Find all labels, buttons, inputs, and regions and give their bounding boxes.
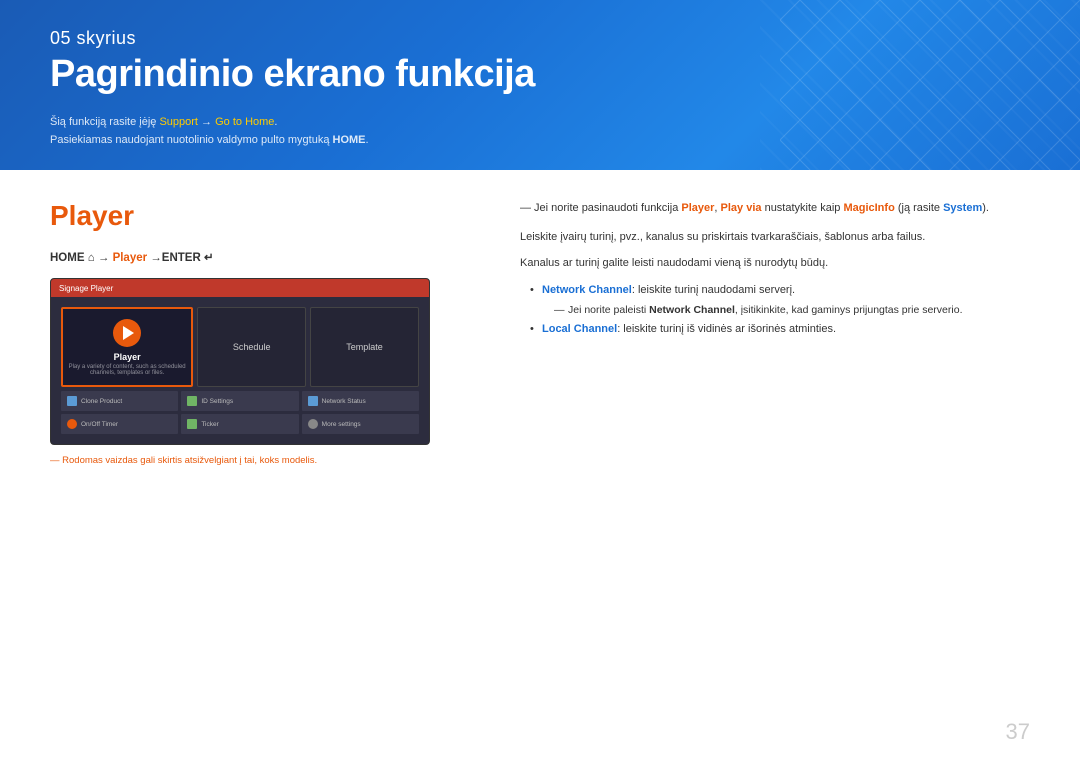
schedule-tile-label: Schedule: [233, 342, 271, 352]
player-tile: Player Play a variety of content, such a…: [61, 307, 193, 387]
bullet-network: Network Channel: leiskite turinį naudoda…: [530, 281, 1030, 318]
screen-note: — Rodomas vaizdas gali skirtis atsižvelg…: [50, 455, 480, 466]
network-channel-bold: Network Channel: [649, 304, 735, 316]
right-column: Jei norite pasinaudoti funkcija Player, …: [520, 200, 1030, 466]
menu-item-more: More settings: [302, 414, 419, 434]
main-content: Player HOME ⌂ → Player →ENTER ↵ Signage …: [0, 170, 1080, 486]
network-channel-label: Network Channel: [542, 284, 632, 296]
player-tile-icon: [113, 319, 141, 347]
header-arrow1: →: [198, 116, 215, 128]
tiles-row: Player Play a variety of content, such a…: [61, 307, 419, 387]
screen-content: Player Play a variety of content, such a…: [51, 297, 429, 444]
clone-icon: [67, 396, 77, 406]
menu-item-network: Network Status: [302, 391, 419, 411]
menu-item-ticker-label: Ticker: [201, 421, 218, 428]
menu-item-ticker: Ticker: [181, 414, 298, 434]
template-tile-label: Template: [346, 342, 383, 352]
network-channel-text: : leiskite turinį naudodami serverį.: [632, 284, 795, 296]
intro-player: Player: [681, 202, 714, 214]
nav-home-icon: ⌂: [88, 252, 95, 264]
nav-player: Player: [113, 252, 148, 264]
intro-system: System: [943, 202, 982, 214]
intro-prefix: Jei norite pasinaudoti funkcija: [534, 202, 681, 214]
screen-titlebar: Signage Player: [51, 279, 429, 297]
menu-item-id-label: ID Settings: [201, 398, 233, 405]
bullet-list: Network Channel: leiskite turinį naudoda…: [530, 281, 1030, 339]
page-header: 05 skyrius Pagrindinio ekrano funkcija Š…: [0, 0, 1080, 170]
header-line2-suffix: .: [366, 134, 369, 146]
para1: Leiskite įvairų turinį, pvz., kanalus su…: [520, 228, 1030, 247]
datetime-icon: [67, 419, 77, 429]
header-subtext: Šią funkciją rasite įėję Support → Go to…: [50, 114, 1030, 149]
more-icon: [308, 419, 318, 429]
go-to-home-link[interactable]: Go to Home: [215, 116, 274, 128]
header-line1-suffix: .: [274, 116, 277, 128]
left-column: Player HOME ⌂ → Player →ENTER ↵ Signage …: [50, 200, 480, 466]
section-title: Player: [50, 200, 480, 232]
chapter-number: 05 skyrius: [50, 28, 1030, 49]
header-line2-prefix: Pasiekiamas naudojant nuotolinio valdymo…: [50, 134, 333, 146]
menu-item-clone-label: Clone Product: [81, 398, 122, 405]
ticker-icon: [187, 419, 197, 429]
header-line1-prefix: Šią funkciją rasite įėję: [50, 116, 159, 128]
menu-item-more-label: More settings: [322, 421, 361, 428]
bullet-local: Local Channel: leiskite turinį iš vidinė…: [530, 320, 1030, 339]
menu-item-network-label: Network Status: [322, 398, 366, 405]
titlebar-text: Signage Player: [59, 284, 113, 293]
template-tile: Template: [310, 307, 419, 387]
menu-grid: Clone Product ID Settings Network Status…: [61, 391, 419, 434]
intro-mid2: nustatykite kaip: [762, 202, 844, 214]
nav-path: HOME ⌂ → Player →ENTER ↵: [50, 250, 480, 264]
local-channel-label: Local Channel: [542, 323, 617, 335]
intro-suffix: ).: [982, 202, 989, 214]
player-tile-label: Player: [114, 352, 141, 362]
local-channel-text: : leiskite turinį iš vidinės ar išorinės…: [617, 323, 836, 335]
intro-play-via: Play via: [721, 202, 762, 214]
network-icon: [308, 396, 318, 406]
nav-arrow2: →ENTER: [150, 252, 200, 264]
menu-item-id: ID Settings: [181, 391, 298, 411]
player-tile-sublabel: Play a variety of content, such as sched…: [63, 364, 191, 376]
play-icon: [123, 326, 134, 340]
schedule-tile: Schedule: [197, 307, 306, 387]
menu-item-datetime: On/Off Timer: [61, 414, 178, 434]
id-icon: [187, 396, 197, 406]
page-number: 37: [1006, 719, 1030, 745]
nav-arrow1: →: [98, 252, 113, 264]
para2: Kanalus ar turinį galite leisti naudodam…: [520, 254, 1030, 273]
nav-home: HOME: [50, 252, 85, 264]
page-title: Pagrindinio ekrano funkcija: [50, 53, 1030, 96]
enter-icon: ↵: [204, 252, 214, 264]
menu-item-datetime-label: On/Off Timer: [81, 421, 118, 428]
menu-item-clone: Clone Product: [61, 391, 178, 411]
right-intro: Jei norite pasinaudoti funkcija Player, …: [520, 200, 1030, 218]
support-link[interactable]: Support: [159, 116, 198, 128]
home-bold: HOME: [333, 134, 366, 146]
screen-mockup: Signage Player Player Play a variety of …: [50, 278, 430, 445]
intro-magicinfo: MagicInfo: [843, 202, 894, 214]
network-subnote: Jei norite paleisti Network Channel, įsi…: [542, 302, 1030, 319]
intro-mid3: (ją rasite: [895, 202, 943, 214]
